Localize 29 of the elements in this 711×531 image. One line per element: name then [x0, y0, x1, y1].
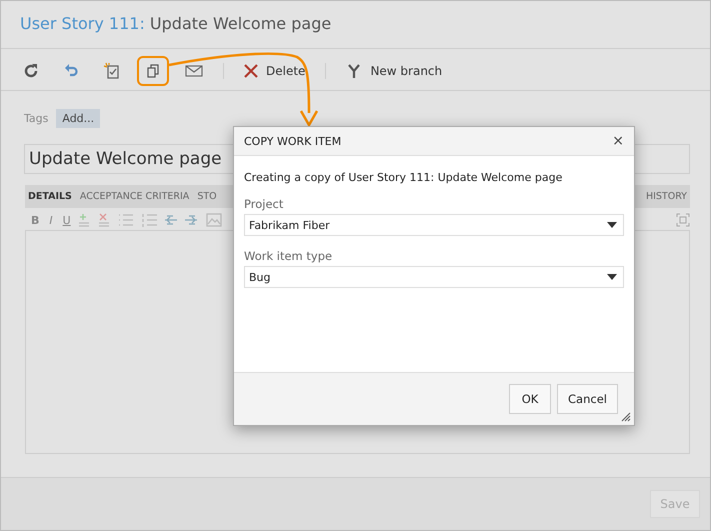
- dropdown-field[interactable]: Bug: [244, 266, 624, 288]
- field-label: Project: [244, 197, 284, 211]
- close-button[interactable]: ×: [610, 133, 626, 149]
- tab[interactable]: HISTORY: [642, 191, 690, 202]
- new-branch-button[interactable]: New branch: [338, 56, 450, 86]
- refresh-icon: [23, 63, 39, 79]
- x-icon: [244, 64, 258, 78]
- tab[interactable]: DETAILS: [25, 191, 75, 202]
- email-icon: [185, 64, 203, 78]
- tags-label: Tags: [24, 112, 48, 124]
- tab[interactable]: ACCEPTANCE CRITERIA: [76, 191, 192, 202]
- field-label: Work item type: [244, 249, 334, 263]
- caret-icon: [607, 274, 617, 280]
- dropdown-field[interactable]: Fabrikam Fiber: [244, 214, 624, 236]
- dialog-title: COPY WORK ITEM: [244, 134, 342, 148]
- copy-button[interactable]: [137, 56, 169, 86]
- branch-icon: [346, 63, 362, 79]
- undo-icon: [63, 63, 79, 79]
- work-item-title: User Story 111: Update Welcome page: [20, 14, 332, 33]
- delete-button[interactable]: Delete: [236, 56, 314, 86]
- cancel-button[interactable]: Cancel: [557, 384, 618, 414]
- resize-grip-icon[interactable]: [621, 412, 631, 422]
- clipboard-check-icon: [103, 62, 121, 80]
- copy-icon: [145, 63, 161, 79]
- add-tag-button[interactable]: Add...: [56, 108, 100, 128]
- caret-icon: [607, 222, 617, 228]
- ok-button[interactable]: OK: [509, 384, 552, 414]
- dialog-message: Creating a copy of User Story 111: Update Welcome page: [244, 171, 564, 184]
- tab[interactable]: STO: [194, 191, 220, 202]
